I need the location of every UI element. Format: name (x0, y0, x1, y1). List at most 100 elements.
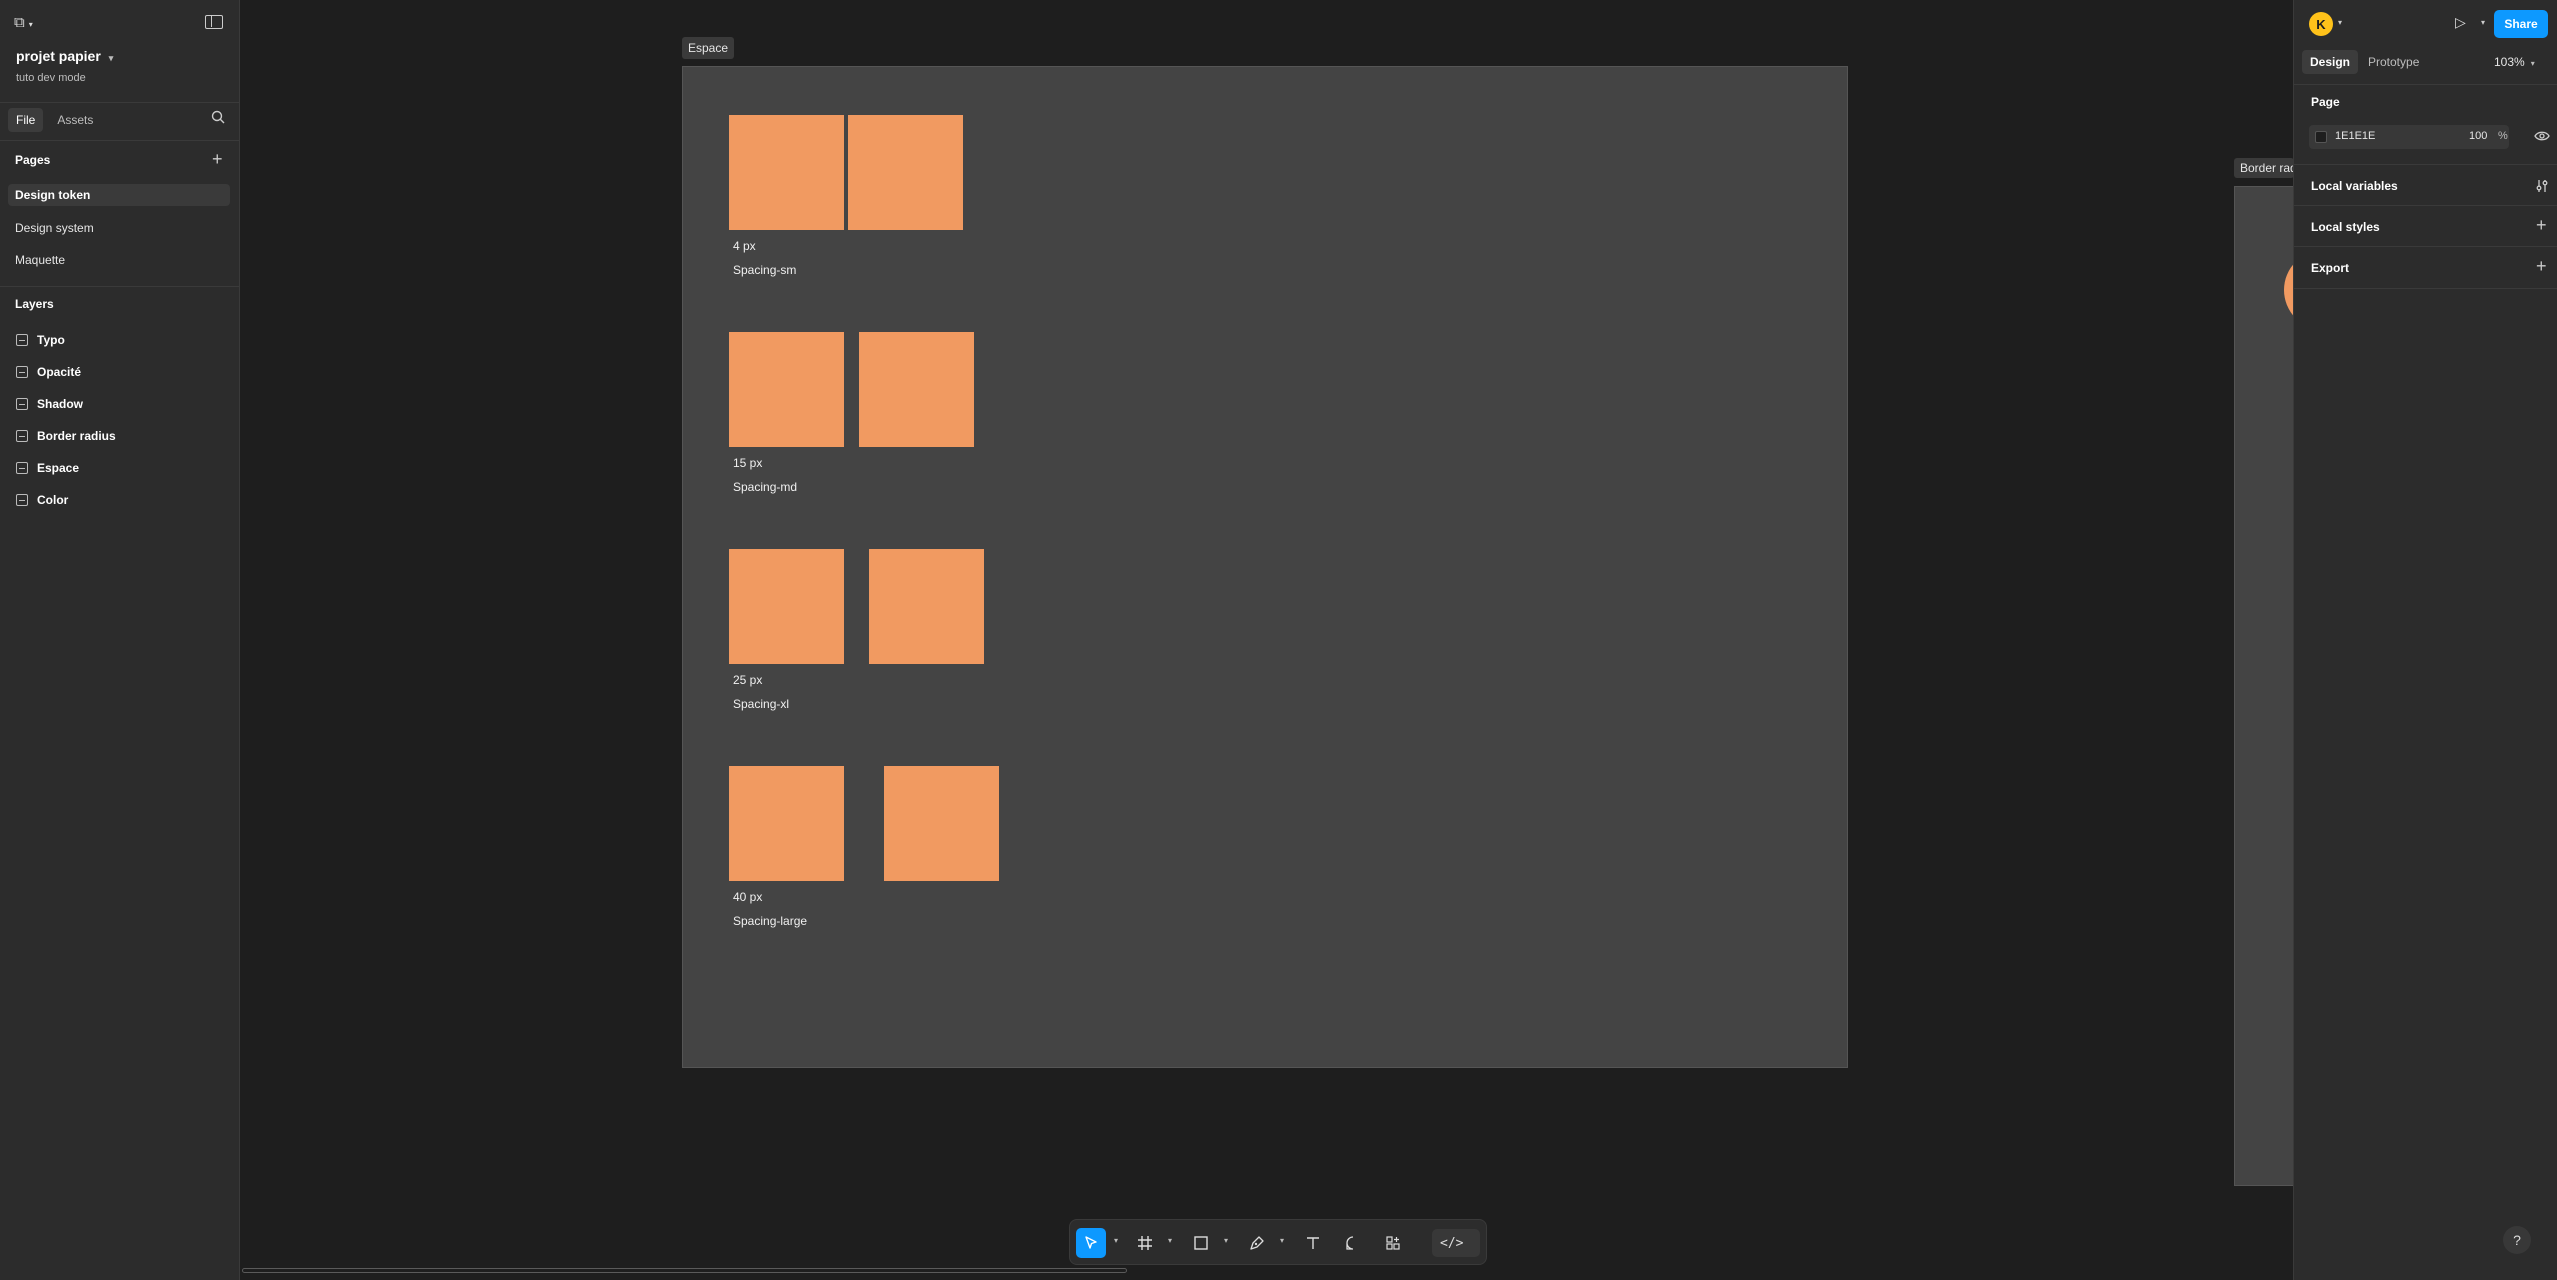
layer-label: Shadow (37, 397, 84, 411)
add-page-icon[interactable]: + (212, 150, 223, 168)
local-variables[interactable]: Local variables (2311, 179, 2398, 193)
espace-frame[interactable]: 4 px Spacing-sm 15 px Spacing-md 25 px S… (682, 66, 1848, 1068)
spacing-square[interactable] (848, 115, 963, 230)
frame-label-espace[interactable]: Espace (682, 37, 735, 59)
sidebar-toggle-icon[interactable] (205, 15, 223, 29)
frame-icon (16, 462, 28, 474)
shape-tool-button[interactable] (1186, 1228, 1216, 1258)
export-heading: Export (2311, 261, 2350, 275)
project-name: projet papier (16, 48, 101, 64)
eye-icon[interactable] (2534, 128, 2550, 144)
page-opacity[interactable]: 100 (2469, 130, 2487, 142)
frame-tool-button[interactable] (1130, 1228, 1160, 1258)
share-button[interactable]: Share (2494, 10, 2548, 38)
add-style-icon[interactable]: + (2536, 216, 2547, 234)
comment-icon (1346, 1236, 1354, 1250)
spacing-value: 15 px (733, 456, 763, 470)
text-icon (1307, 1237, 1319, 1249)
spacing-value: 4 px (733, 239, 756, 253)
frame-icon (16, 366, 28, 378)
bottom-toolbar: ▾ ▾ ▾ ▾ </> (1069, 1219, 1487, 1265)
tab-design[interactable]: Design (2302, 50, 2359, 74)
tab-prototype[interactable]: Prototype (2360, 50, 2427, 74)
spacing-square[interactable] (729, 766, 844, 881)
chevron-down-icon[interactable]: ▾ (2481, 18, 2485, 27)
present-play-icon[interactable]: ▷ (2455, 14, 2466, 31)
avatar[interactable]: K (2309, 12, 2333, 36)
border-radius-frame[interactable] (2234, 186, 2294, 1186)
spacing-square[interactable] (869, 549, 984, 664)
help-button[interactable]: ? (2503, 1226, 2531, 1254)
frame-label-border-radius[interactable]: Border radius (2234, 158, 2294, 178)
spacing-square[interactable] (884, 766, 999, 881)
layer-item-border-radius[interactable]: Border radius (16, 429, 116, 443)
page-color-hex[interactable]: 1E1E1E (2335, 130, 2375, 142)
search-icon[interactable] (211, 110, 225, 124)
layer-item-typo[interactable]: Typo (16, 333, 65, 347)
chevron-down-icon[interactable]: ▾ (1224, 1236, 1228, 1245)
tab-assets[interactable]: Assets (49, 108, 101, 132)
actions-tool-button[interactable] (1378, 1228, 1408, 1258)
divider (2294, 246, 2557, 247)
rectangle-icon (1194, 1236, 1208, 1250)
move-tool-button[interactable] (1076, 1228, 1106, 1258)
chevron-down-icon: ▾ (108, 53, 114, 63)
frame-icon (16, 430, 28, 442)
left-tabs: File Assets (8, 108, 101, 132)
zoom-dropdown[interactable]: 103% ▾ (2494, 55, 2535, 69)
frame-icon (16, 398, 28, 410)
divider (0, 102, 240, 103)
spacing-square[interactable] (729, 115, 844, 230)
divider (2294, 288, 2557, 289)
spacing-value: 25 px (733, 673, 763, 687)
pages-heading: Pages (15, 153, 51, 167)
divider (2294, 164, 2557, 165)
chevron-down-icon: ▾ (2530, 59, 2535, 68)
layer-item-shadow[interactable]: Shadow (16, 397, 83, 411)
layers-heading: Layers (15, 297, 54, 311)
add-export-icon[interactable]: + (2536, 257, 2547, 275)
layer-item-color[interactable]: Color (16, 493, 68, 507)
layer-item-opacite[interactable]: Opacité (16, 365, 81, 379)
divider (0, 286, 240, 287)
chevron-down-icon[interactable]: ▾ (1280, 1236, 1284, 1245)
page-color-field[interactable]: 1E1E1E 100 % (2309, 125, 2509, 149)
spacing-square[interactable] (729, 549, 844, 664)
chevron-down-icon[interactable]: ▾ (1114, 1236, 1118, 1245)
dev-mode-toggle[interactable]: </> (1432, 1229, 1480, 1257)
spacing-square[interactable] (859, 332, 974, 447)
spacing-name: Spacing-xl (733, 697, 790, 711)
page-item-maquette[interactable]: Maquette (8, 249, 230, 271)
spacing-name: Spacing-md (733, 480, 798, 494)
pen-tool-button[interactable] (1242, 1228, 1272, 1258)
project-subtitle: tuto dev mode (16, 72, 86, 84)
comment-tool-button[interactable] (1338, 1228, 1368, 1258)
chevron-down-icon[interactable]: ▾ (2338, 18, 2342, 27)
page-item-design-token[interactable]: Design token (8, 184, 230, 206)
layer-item-espace[interactable]: Espace (16, 461, 79, 475)
layer-label: Typo (37, 333, 65, 347)
left-sidebar: ⧉ ▾ projet papier ▾ tuto dev mode File Ass… (0, 0, 240, 1280)
actions-icon (1386, 1236, 1400, 1250)
horizontal-scrollbar[interactable] (242, 1268, 1127, 1273)
figma-app: ⧉ ▾ projet papier ▾ tuto dev mode File Ass… (0, 0, 2557, 1280)
spacing-name: Spacing-sm (733, 263, 797, 277)
project-title[interactable]: projet papier ▾ (16, 48, 113, 64)
spacing-name: Spacing-large (733, 914, 808, 928)
figma-logo-icon: ⧉ (14, 14, 25, 31)
main-menu-button[interactable]: ⧉ ▾ (14, 14, 33, 31)
color-swatch[interactable] (2315, 131, 2327, 143)
layer-label: Espace (37, 461, 80, 475)
zoom-value: 103% (2494, 55, 2525, 69)
layer-label: Border radius (37, 429, 116, 443)
layer-label: Opacité (37, 365, 82, 379)
chevron-down-icon[interactable]: ▾ (1168, 1236, 1172, 1245)
text-tool-button[interactable] (1298, 1228, 1328, 1258)
page-item-design-system[interactable]: Design system (8, 217, 230, 239)
chevron-down-icon: ▾ (28, 20, 33, 29)
sliders-icon[interactable] (2534, 178, 2550, 194)
tab-file[interactable]: File (8, 108, 44, 132)
frame-icon (16, 334, 28, 346)
spacing-square[interactable] (729, 332, 844, 447)
layer-label: Color (37, 493, 69, 507)
